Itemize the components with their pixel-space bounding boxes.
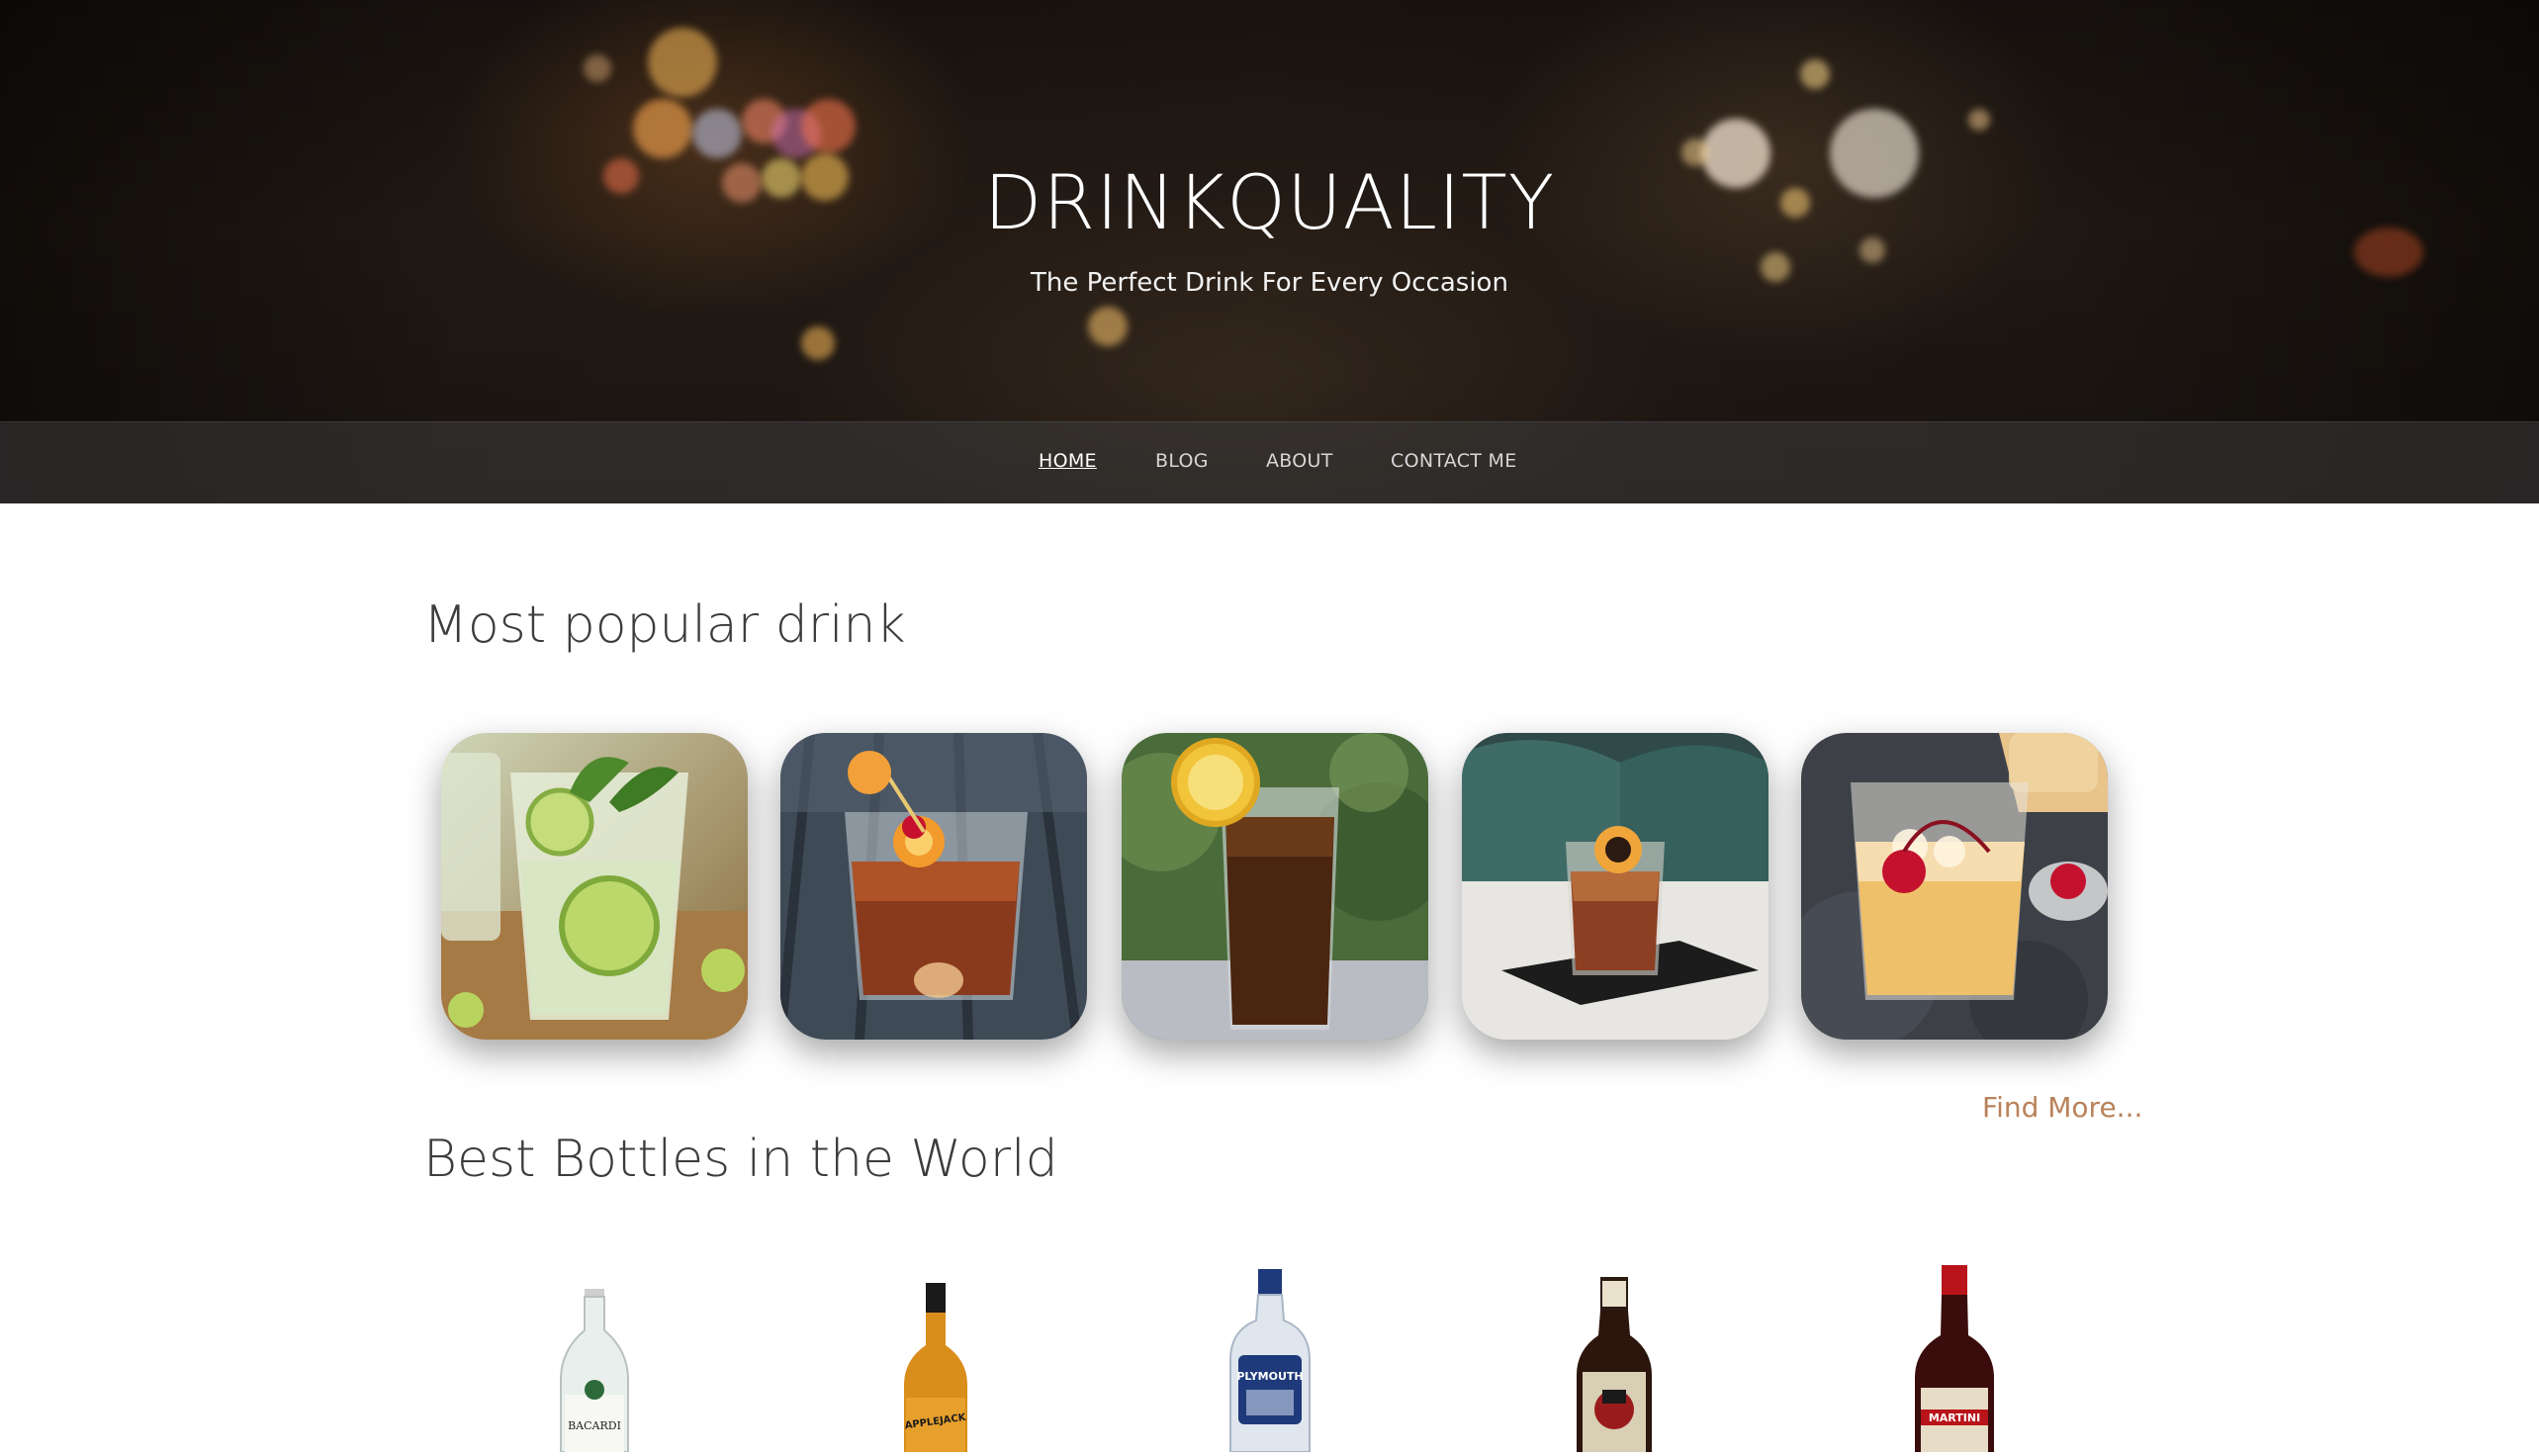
- nav-link-home[interactable]: HOME: [1039, 450, 1097, 472]
- lairds-applejack-bottle-image: APPLEJACK: [904, 1283, 967, 1452]
- bottle-lairds-applejack[interactable]: APPLEJACK: [866, 1261, 1005, 1452]
- martini-bottle-image: MARTINI: [1915, 1265, 1994, 1452]
- bottle-plymouth-gin[interactable]: PLYMOUTH: [1201, 1261, 1339, 1453]
- nav-link-contact-me[interactable]: CONTACT ME: [1391, 450, 1517, 472]
- popular-drinks-heading: Most popular drink: [423, 595, 906, 655]
- drink-card-cola-highball[interactable]: [1122, 733, 1428, 1040]
- bottle-label-text: BACARDI: [568, 1419, 621, 1432]
- captain-morgan-bottle-image: [1577, 1277, 1652, 1452]
- bacardi-bottle-image: BACARDI: [560, 1289, 629, 1453]
- site-tagline: The Perfect Drink For Every Occasion: [1031, 268, 1508, 298]
- bottle-label-text: PLYMOUTH: [1236, 1370, 1303, 1383]
- plymouth-gin-bottle-image: PLYMOUTH: [1229, 1269, 1311, 1453]
- nav-link-blog[interactable]: BLOG: [1155, 450, 1209, 472]
- drink-card-whiskey-cocktail[interactable]: [1462, 733, 1768, 1040]
- hero-banner: DRINKQUALITY The Perfect Drink For Every…: [0, 0, 2539, 503]
- drink-card-mojito[interactable]: [441, 733, 748, 1040]
- old-fashioned-photo: [780, 733, 1087, 1040]
- drink-card-old-fashioned[interactable]: [780, 733, 1087, 1040]
- whiskey-cocktail-photo: [1462, 733, 1768, 1040]
- bottle-martini[interactable]: MARTINI: [1885, 1261, 2024, 1452]
- nav-link-about[interactable]: ABOUT: [1266, 450, 1333, 472]
- cola-highball-photo: [1122, 733, 1428, 1040]
- mojito-photo: [441, 733, 748, 1040]
- drink-card-whiskey-sour[interactable]: [1801, 733, 2108, 1040]
- whiskey-sour-photo: [1801, 733, 2108, 1040]
- find-more-link[interactable]: Find More...: [1982, 1091, 2142, 1124]
- bottle-bacardi[interactable]: BACARDI: [525, 1261, 664, 1453]
- site-title: DRINKQUALITY: [983, 158, 1556, 246]
- bottle-label-text: MARTINI: [1929, 1411, 1980, 1424]
- main-navigation: HOME BLOG ABOUT CONTACT ME: [0, 421, 2539, 503]
- best-bottles-heading: Best Bottles in the World: [423, 1130, 1058, 1189]
- bottle-captain-morgan[interactable]: [1545, 1261, 1683, 1452]
